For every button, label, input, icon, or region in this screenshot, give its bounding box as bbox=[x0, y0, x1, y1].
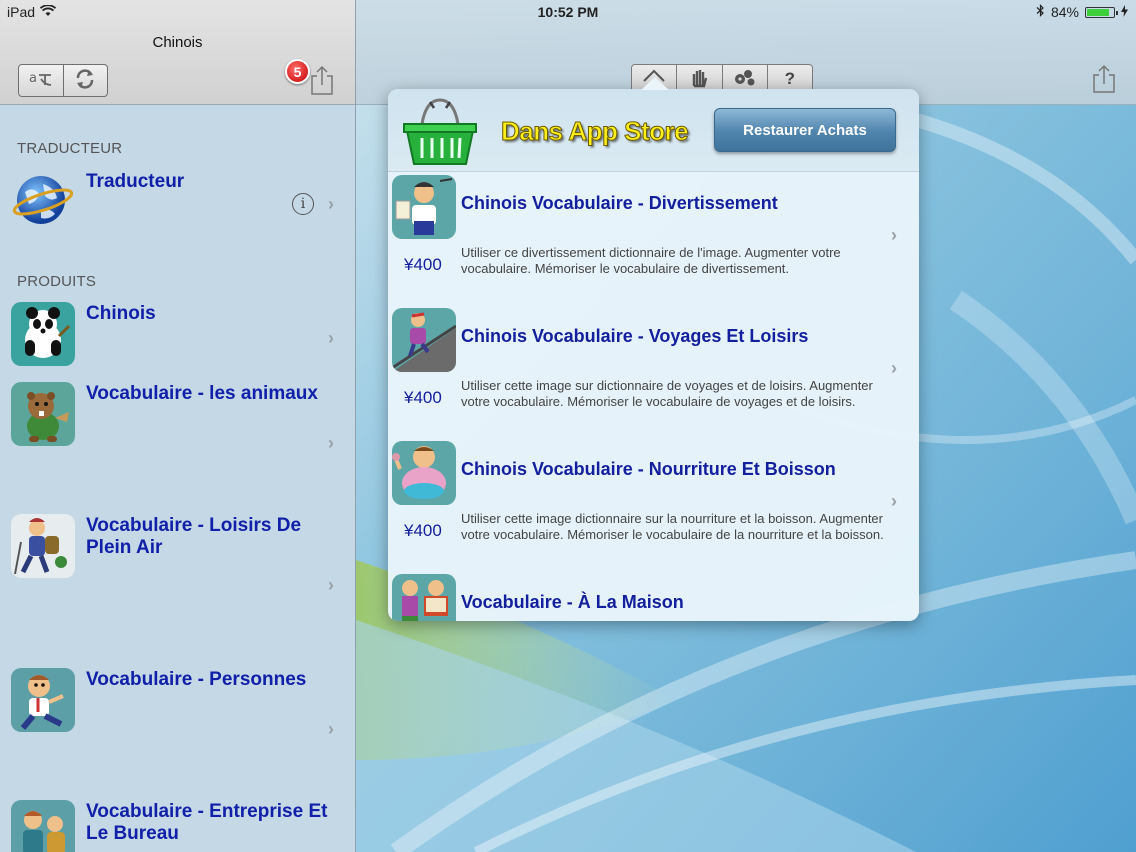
status-bar: iPad 10:52 PM 84% bbox=[0, 0, 1136, 24]
bluetooth-icon bbox=[1036, 4, 1045, 20]
battery-fill bbox=[1087, 8, 1109, 16]
product-row[interactable]: Chinois Vocabulaire - Divertissement ¥40… bbox=[388, 175, 919, 308]
sidebar-segmented-control: a bbox=[18, 64, 108, 97]
main-share-button[interactable] bbox=[1092, 64, 1116, 94]
sidebar-item-loisirs[interactable]: Vocabulaire - Loisirs De Plein Air › bbox=[0, 512, 355, 662]
sidebar-item-animaux[interactable]: Vocabulaire - les animaux › bbox=[0, 380, 355, 510]
beaver-thumb bbox=[11, 382, 75, 446]
product-title: Vocabulaire - À La Maison bbox=[461, 592, 684, 612]
sidebar-item-label: Chinois bbox=[86, 303, 156, 324]
popover-arrow bbox=[641, 77, 669, 90]
product-title: Chinois Vocabulaire - Voyages Et Loisirs bbox=[461, 326, 809, 346]
sidebar-title: Chinois bbox=[152, 34, 203, 51]
product-description: Utiliser cette image sur dictionnaire de… bbox=[461, 378, 873, 409]
globe-thumb bbox=[11, 168, 75, 232]
sidebar-item-label: Vocabulaire - Personnes bbox=[86, 669, 307, 690]
product-title: Chinois Vocabulaire - Divertissement bbox=[461, 193, 778, 213]
panda-thumb bbox=[11, 302, 75, 366]
restore-purchases-button[interactable]: Restaurer Achats bbox=[714, 108, 896, 152]
product-row[interactable]: Chinois Vocabulaire - Nourriture Et Bois… bbox=[388, 441, 919, 574]
sync-button[interactable] bbox=[62, 65, 108, 96]
sidebar-item-label: Traducteur bbox=[86, 171, 185, 192]
store-title: Dans App Store bbox=[500, 116, 689, 147]
battery-percent: 84% bbox=[1050, 4, 1079, 20]
product-title: Chinois Vocabulaire - Nourriture Et Bois… bbox=[461, 459, 836, 479]
chevron-right-icon: › bbox=[891, 225, 897, 245]
product-price: ¥400 bbox=[404, 521, 442, 540]
share-icon bbox=[309, 65, 335, 100]
charging-icon bbox=[1121, 4, 1128, 20]
sidebar-share-button[interactable] bbox=[309, 64, 335, 96]
office-thumb bbox=[11, 800, 75, 852]
svg-text:a: a bbox=[29, 71, 37, 86]
help-icon: ? bbox=[784, 69, 796, 88]
store-header: Dans App Store Restaurer Achats bbox=[388, 89, 919, 172]
sidebar-item-label: Vocabulaire - Entreprise Et Le Bureau bbox=[86, 801, 328, 844]
chevron-right-icon: › bbox=[891, 491, 897, 511]
chevron-right-icon: › bbox=[328, 194, 334, 214]
entertainer-thumb bbox=[392, 175, 456, 239]
sidebar: Chinois a 5 TRADUCTEUR Traducteur i › PR… bbox=[0, 0, 356, 852]
share-icon bbox=[1092, 64, 1116, 98]
person-thumb bbox=[11, 668, 75, 732]
section-header-produits: PRODUITS bbox=[17, 273, 97, 290]
chevron-right-icon: › bbox=[328, 328, 334, 348]
sidebar-item-chinois[interactable]: Chinois › bbox=[0, 300, 355, 380]
eater-thumb bbox=[392, 441, 456, 505]
product-description: Utiliser cette image dictionnaire sur la… bbox=[461, 511, 884, 542]
info-icon[interactable]: i bbox=[292, 193, 314, 215]
chevron-right-icon: › bbox=[328, 575, 334, 595]
sidebar-item-label: Vocabulaire - les animaux bbox=[86, 383, 318, 404]
chevron-right-icon: › bbox=[891, 358, 897, 378]
home-reader-thumb bbox=[392, 574, 456, 621]
battery-icon bbox=[1085, 6, 1118, 18]
translate-button[interactable]: a bbox=[19, 65, 63, 96]
sidebar-item-label: Vocabulaire - Loisirs De Plein Air bbox=[86, 515, 302, 558]
status-time: 10:52 PM bbox=[537, 4, 599, 20]
sidebar-item-personnes[interactable]: Vocabulaire - Personnes › bbox=[0, 666, 355, 796]
translate-icon: a bbox=[27, 69, 55, 93]
product-price: ¥400 bbox=[404, 255, 442, 274]
product-description: Utiliser ce divertissement dictionnaire … bbox=[461, 245, 841, 276]
shopping-basket-icon bbox=[400, 94, 480, 166]
sidebar-item-entreprise[interactable]: Vocabulaire - Entreprise Et Le Bureau bbox=[0, 798, 355, 852]
section-header-traducteur: TRADUCTEUR bbox=[17, 140, 123, 157]
product-row[interactable]: Chinois Vocabulaire - Voyages Et Loisirs… bbox=[388, 308, 919, 441]
sidebar-item-traducteur[interactable]: Traducteur i › bbox=[0, 166, 355, 262]
traveler-thumb bbox=[392, 308, 456, 372]
chevron-right-icon: › bbox=[328, 719, 334, 739]
sync-icon bbox=[73, 68, 97, 94]
app-store-popover: Dans App Store Restaurer Achats Chinois … bbox=[388, 89, 919, 621]
chevron-right-icon: › bbox=[328, 433, 334, 453]
hiker-thumb bbox=[11, 514, 75, 578]
product-price: ¥400 bbox=[404, 388, 442, 407]
notification-badge: 5 bbox=[285, 59, 310, 84]
product-row[interactable]: Vocabulaire - À La Maison bbox=[388, 574, 919, 621]
